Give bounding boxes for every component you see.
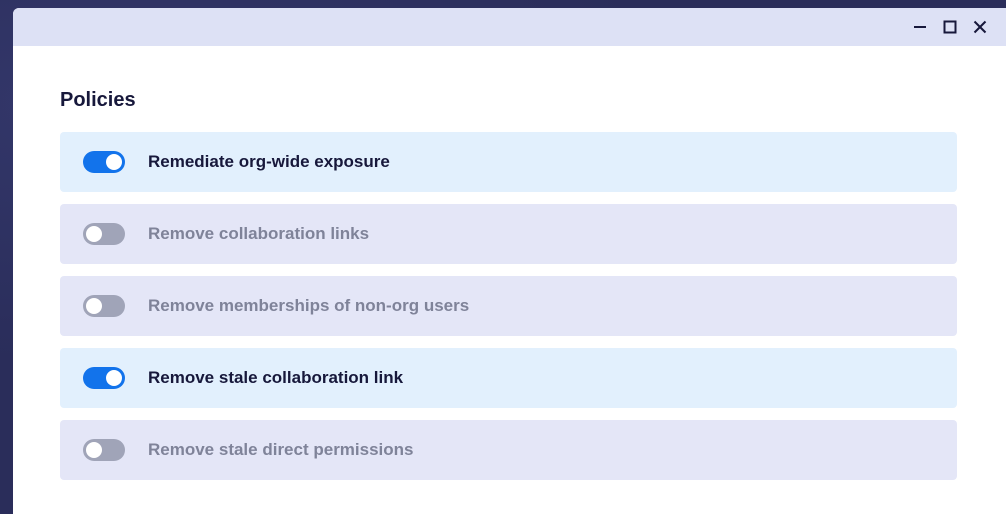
policy-row-remove-memberships-of-non-org-users[interactable]: Remove memberships of non-org users [60, 276, 957, 336]
window-content: Policies Remediate org-wide exposure Rem… [13, 46, 1006, 480]
toggle-knob [86, 298, 102, 314]
policies-window: Policies Remediate org-wide exposure Rem… [13, 8, 1006, 514]
policy-toggle[interactable] [83, 151, 125, 173]
policy-row-remove-collaboration-links[interactable]: Remove collaboration links [60, 204, 957, 264]
policy-label: Remove stale direct permissions [148, 440, 414, 459]
policy-label: Remediate org-wide exposure [148, 152, 390, 171]
close-button[interactable] [968, 15, 992, 39]
policy-toggle[interactable] [83, 295, 125, 317]
policy-row-remove-stale-direct-permissions[interactable]: Remove stale direct permissions [60, 420, 957, 480]
policy-label: Remove memberships of non-org users [148, 296, 470, 315]
policy-label: Remove stale collaboration link [148, 368, 404, 387]
window-titlebar [13, 8, 1006, 46]
toggle-knob [86, 226, 102, 242]
minimize-button[interactable] [908, 15, 932, 39]
toggle-knob [86, 442, 102, 458]
minimize-icon [914, 26, 926, 28]
policy-toggle[interactable] [83, 439, 125, 461]
policy-row-remove-stale-collaboration-link[interactable]: Remove stale collaboration link [60, 348, 957, 408]
policy-list: Remediate org-wide exposure Remove colla… [60, 132, 957, 480]
policy-toggle[interactable] [83, 367, 125, 389]
policy-toggle[interactable] [83, 223, 125, 245]
toggle-knob [106, 154, 122, 170]
policy-row-remediate-org-wide-exposure[interactable]: Remediate org-wide exposure [60, 132, 957, 192]
maximize-icon [943, 20, 957, 34]
maximize-button[interactable] [938, 15, 962, 39]
toggle-knob [106, 370, 122, 386]
policy-label: Remove collaboration links [148, 224, 370, 243]
page-title: Policies [60, 89, 136, 111]
close-icon [973, 20, 987, 34]
